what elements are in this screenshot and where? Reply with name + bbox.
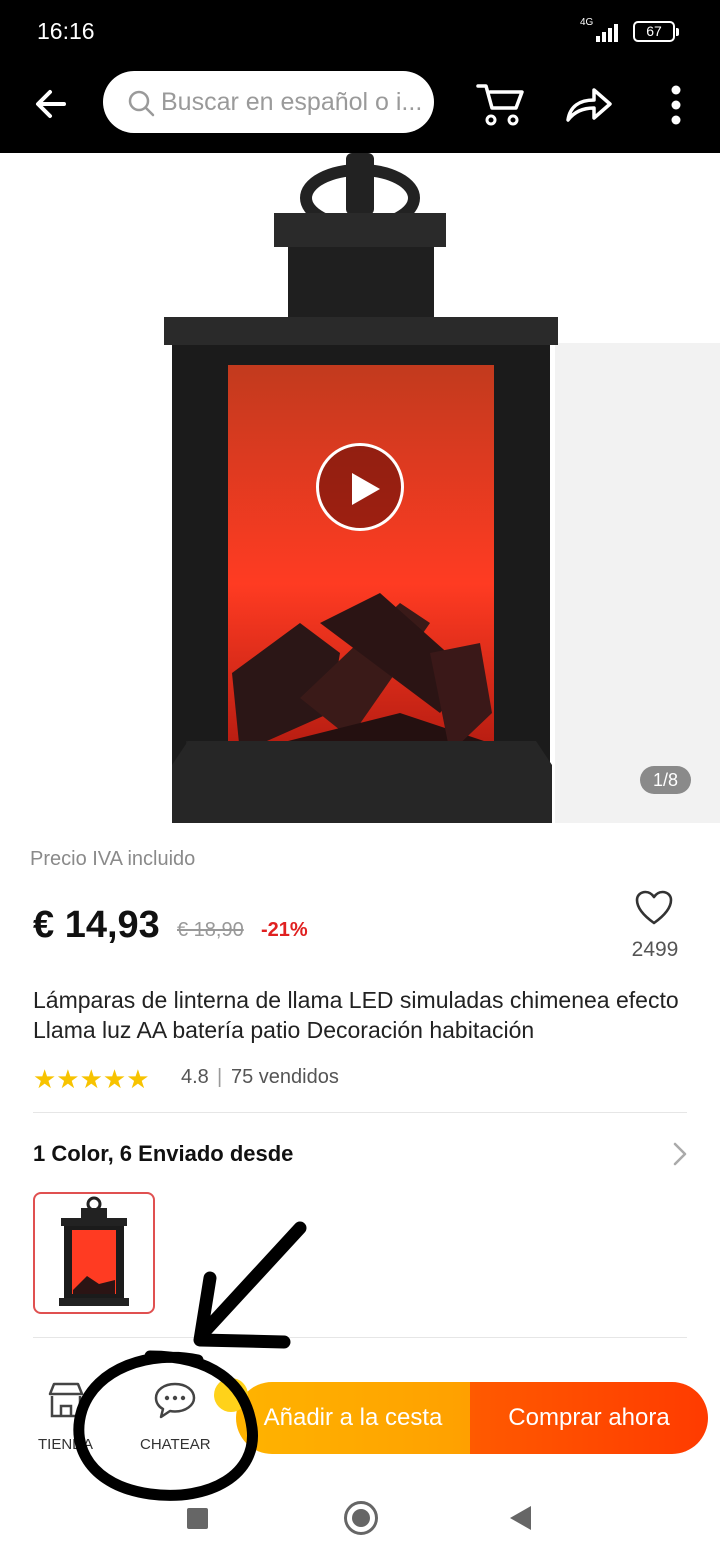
wishlist-count: 2499 [631,938,679,961]
divider [33,1112,687,1113]
divider [33,1337,687,1338]
rating-score: 4.8 [181,1066,209,1088]
product-title: Lámparas de linterna de llama LED simula… [33,987,679,1043]
bottom-action-bar: TIENDA CHATEAR Añadir a la cesta Comprar… [0,1340,720,1474]
current-price: € 14,93 [33,904,160,946]
store-icon [48,1382,84,1418]
share-icon[interactable] [562,82,614,126]
chat-bubble-icon [154,1382,196,1419]
image-counter: 1/8 [640,766,691,794]
signal-icon [592,22,624,42]
store-button[interactable]: TIENDA [28,1380,108,1460]
play-video-button[interactable] [316,443,404,531]
top-app-bar: Buscar en español o i... [0,62,720,153]
status-time: 16:16 [37,18,95,44]
search-input[interactable]: Buscar en español o i... [103,71,434,133]
home-icon[interactable] [344,1501,378,1535]
rating-stars: ★★★★★ [33,1064,150,1094]
chevron-right-icon[interactable] [672,1142,688,1166]
battery-level: 67 [646,23,662,39]
variant-summary[interactable]: 1 Color, 6 Enviado desde [33,1141,293,1167]
product-image-gallery[interactable]: 1/8 [0,153,720,823]
rating-separator: | [217,1066,223,1088]
discount-badge: -21% [261,919,308,941]
heart-icon[interactable] [634,889,674,927]
sold-count: 75 vendidos [231,1066,339,1088]
battery-icon: 67 [633,21,679,42]
original-price: € 18,90 [177,919,244,941]
status-bar: 16:16 4G 67 [0,0,720,62]
store-label: TIENDA [38,1436,94,1453]
variant-thumbnail[interactable] [33,1192,155,1314]
chat-label: CHATEAR [140,1436,211,1453]
back-triangle-icon[interactable] [510,1506,531,1530]
buy-now-button[interactable]: Comprar ahora [470,1382,708,1454]
chat-button[interactable]: CHATEAR [134,1380,224,1460]
back-arrow-icon[interactable] [30,82,74,126]
notification-dot [214,1378,248,1412]
system-navigation-bar [0,1474,720,1560]
search-icon [128,90,155,117]
recent-apps-icon[interactable] [187,1508,208,1529]
cart-icon[interactable] [474,80,526,130]
variant-image [59,1196,129,1306]
more-options-icon[interactable] [660,82,692,128]
vat-note: Precio IVA incluido [30,848,196,870]
add-to-cart-button[interactable]: Añadir a la cesta [236,1382,470,1454]
search-placeholder: Buscar en español o i... [161,88,423,116]
